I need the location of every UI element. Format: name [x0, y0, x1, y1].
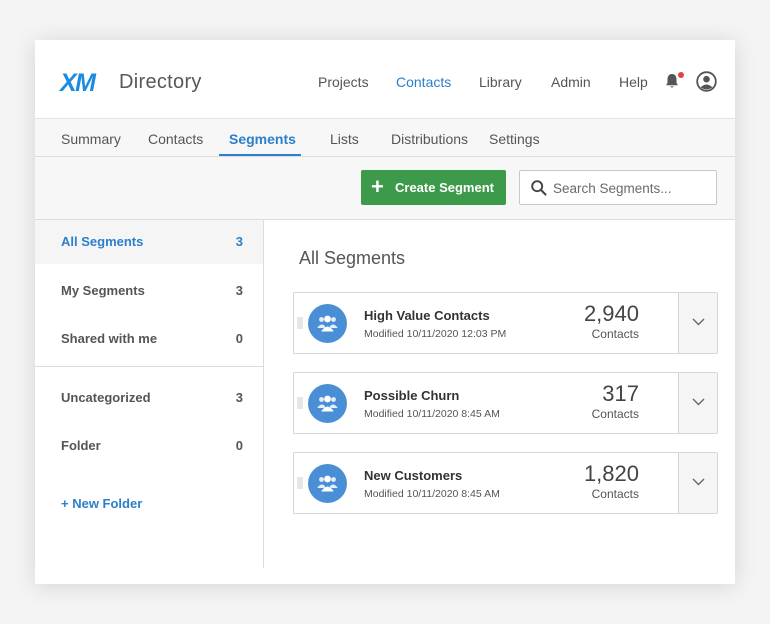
sidebar-item-count: 0 — [235, 438, 243, 453]
sidebar-divider — [35, 366, 263, 367]
segment-count: 2,940 — [583, 301, 639, 326]
create-segment-button[interactable]: + Create Segment — [361, 170, 506, 205]
segment-count: 1,820 — [583, 461, 639, 486]
expand-button[interactable] — [678, 293, 717, 353]
create-segment-label: Create Segment — [395, 180, 494, 195]
segment-count-label: Contacts — [591, 407, 639, 421]
tab-summary[interactable]: Summary — [61, 131, 121, 147]
segment-card[interactable]: High Value Contacts Modified 10/11/2020 … — [293, 292, 718, 354]
segment-name[interactable]: High Value Contacts — [364, 308, 490, 323]
segment-modified: Modified 10/11/2020 8:45 AM — [364, 408, 500, 420]
nav-projects[interactable]: Projects — [318, 74, 369, 90]
sidebar-item-all-segments[interactable]: All Segments 3 — [35, 220, 263, 264]
app-title: Directory — [119, 71, 202, 93]
expand-button[interactable] — [678, 373, 717, 433]
drag-handle[interactable] — [297, 317, 303, 329]
people-group-icon — [308, 464, 347, 503]
segment-card[interactable]: New Customers Modified 10/11/2020 8:45 A… — [293, 452, 718, 514]
toolbar: + Create Segment — [35, 157, 735, 220]
sidebar-item-my-segments[interactable]: My Segments 3 — [35, 269, 263, 313]
sidebar-item-count: 0 — [235, 331, 243, 346]
chevron-down-icon — [692, 478, 705, 486]
sidebar-item-count: 3 — [235, 234, 243, 249]
sidebar-item-folder[interactable]: Folder 0 — [35, 424, 263, 468]
top-header: XM Directory Projects Contacts Library A… — [35, 40, 735, 118]
chevron-down-icon — [692, 398, 705, 406]
segment-name[interactable]: Possible Churn — [364, 388, 459, 403]
page-title: All Segments — [299, 248, 406, 268]
tab-distributions[interactable]: Distributions — [391, 131, 468, 147]
tab-settings[interactable]: Settings — [489, 131, 540, 147]
new-folder-link[interactable]: + New Folder — [61, 496, 142, 511]
tab-lists[interactable]: Lists — [330, 131, 359, 147]
segment-card[interactable]: Possible Churn Modified 10/11/2020 8:45 … — [293, 372, 718, 434]
active-tab-indicator — [219, 154, 301, 156]
sidebar-item-label: Shared with me — [61, 331, 158, 346]
segment-sidebar: All Segments 3 My Segments 3 Shared with… — [35, 220, 264, 568]
segment-modified: Modified 10/11/2020 8:45 AM — [364, 488, 500, 500]
notification-dot — [678, 72, 684, 78]
drag-handle[interactable] — [297, 477, 303, 489]
nav-admin[interactable]: Admin — [551, 74, 591, 90]
sidebar-item-uncategorized[interactable]: Uncategorized 3 — [35, 376, 263, 420]
people-group-icon — [308, 304, 347, 343]
search-icon — [531, 180, 547, 196]
search-box[interactable] — [519, 170, 717, 205]
sidebar-item-label: All Segments — [61, 234, 144, 249]
nav-contacts[interactable]: Contacts — [396, 74, 451, 90]
segment-count-label: Contacts — [591, 487, 639, 501]
sidebar-item-label: Uncategorized — [61, 390, 151, 405]
tab-bar: Summary Contacts Segments Lists Distribu… — [35, 118, 735, 157]
sidebar-item-count: 3 — [235, 390, 243, 405]
xm-logo[interactable]: XM — [60, 69, 96, 98]
people-group-icon — [308, 384, 347, 423]
app-window: XM Directory Projects Contacts Library A… — [35, 40, 735, 584]
plus-icon: + — [371, 174, 384, 199]
segment-modified: Modified 10/11/2020 12:03 PM — [364, 328, 507, 340]
sidebar-item-count: 3 — [235, 283, 243, 298]
expand-button[interactable] — [678, 453, 717, 513]
segment-name[interactable]: New Customers — [364, 468, 462, 483]
tab-contacts[interactable]: Contacts — [148, 131, 203, 147]
chevron-down-icon — [692, 318, 705, 326]
search-input[interactable] — [553, 178, 708, 198]
sidebar-item-label: Folder — [61, 438, 101, 453]
nav-library[interactable]: Library — [479, 74, 522, 90]
user-icon[interactable] — [696, 71, 717, 92]
segment-count-label: Contacts — [591, 327, 639, 341]
sidebar-item-shared-with-me[interactable]: Shared with me 0 — [35, 317, 263, 361]
drag-handle[interactable] — [297, 397, 303, 409]
sidebar-item-label: My Segments — [61, 283, 145, 298]
tab-segments[interactable]: Segments — [229, 131, 296, 147]
nav-help[interactable]: Help — [619, 74, 648, 90]
segment-count: 317 — [602, 381, 639, 406]
